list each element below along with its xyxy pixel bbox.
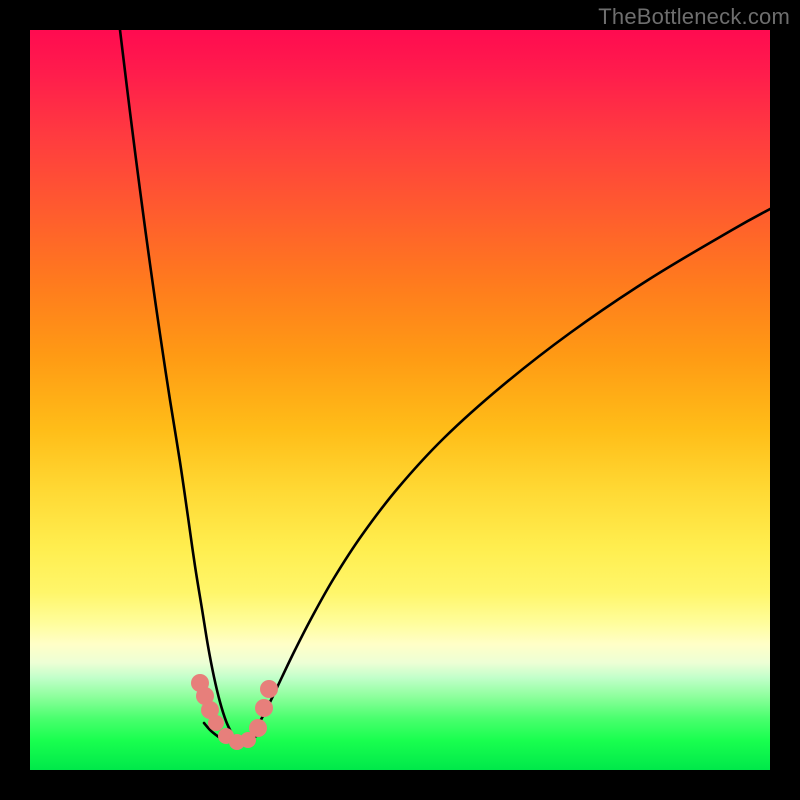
curve-right-arm [252,209,770,734]
outer-frame: TheBottleneck.com [0,0,800,800]
highlight-point [260,680,278,698]
highlight-markers [191,674,278,750]
plot-area [30,30,770,770]
watermark-text: TheBottleneck.com [598,4,790,30]
highlight-point [249,719,267,737]
highlight-point [208,715,224,731]
highlight-point [255,699,273,717]
curve-layer [30,30,770,770]
curve-left-arm [120,30,232,734]
